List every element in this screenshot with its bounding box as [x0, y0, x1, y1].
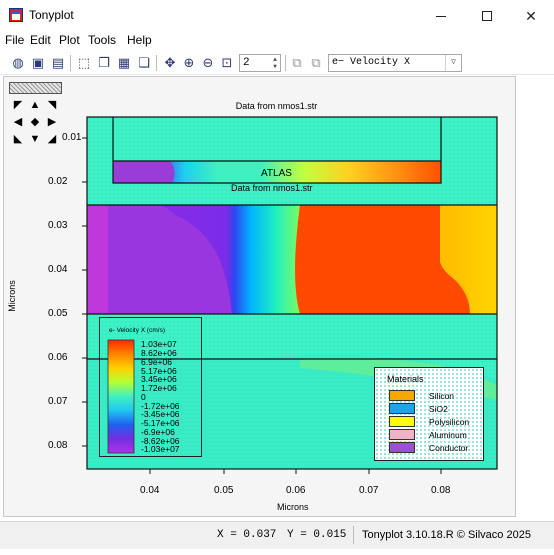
contour-plot — [82, 116, 498, 474]
version-text: Tonyplot 3.10.18.R © Silvaco 2025 — [362, 529, 531, 541]
status-bar: X = 0.037 Y = 0.015 Tonyplot 3.10.18.R ©… — [0, 521, 554, 549]
y-coordinate-readout: Y = 0.015 — [287, 529, 347, 541]
source-edge-region — [87, 205, 108, 314]
material-label: Silicon — [429, 391, 455, 401]
legend-label: 1.72e+06 — [141, 383, 177, 393]
gate-source-region — [113, 161, 175, 183]
materials-title: Materials — [387, 374, 424, 384]
material-swatch — [389, 390, 415, 401]
velocity-legend[interactable]: e- Velocity X (cm/s) 1.03e+07 8.62e+06 6… — [99, 317, 202, 457]
legend-title: e- Velocity X (cm/s) — [109, 327, 165, 334]
material-label: SiO2 — [429, 404, 448, 414]
material-swatch — [389, 429, 415, 440]
material-swatch — [389, 442, 415, 453]
material-label: Aluminum — [429, 430, 467, 440]
material-label: Polysilicon — [429, 417, 470, 427]
material-swatch — [389, 403, 415, 414]
background-strip — [0, 549, 554, 555]
material-swatch — [389, 416, 415, 427]
x-coordinate-readout: X = 0.037 — [217, 529, 277, 541]
legend-label: -1.03e+07 — [141, 444, 180, 454]
material-label: Conductor — [429, 443, 469, 453]
materials-legend[interactable]: Materials Silicon SiO2 Polysilicon Alumi… — [374, 367, 484, 461]
